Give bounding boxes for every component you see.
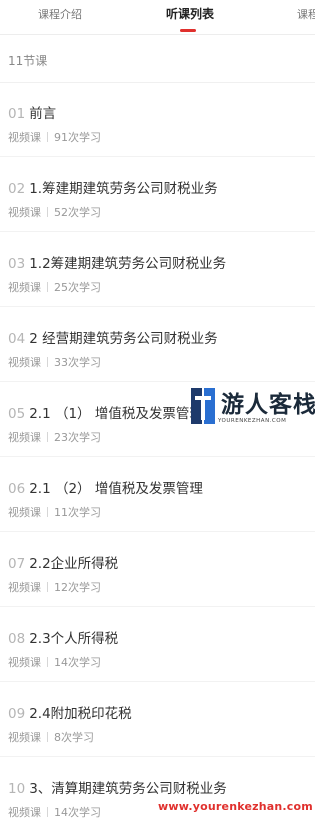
lesson-item[interactable]: 09 2.4附加税印花税 视频课 8次学习	[0, 702, 315, 776]
lesson-title: 10 3、清算期建筑劳务公司财税业务	[8, 777, 227, 797]
lesson-title: 09 2.4附加税印花税	[8, 702, 132, 722]
divider	[0, 231, 315, 232]
lesson-views: 14次学习	[54, 656, 101, 669]
lesson-type: 视频课	[8, 581, 41, 594]
lesson-type: 视频课	[8, 131, 41, 144]
lesson-views: 14次学习	[54, 806, 101, 819]
divider	[0, 531, 315, 532]
lesson-type: 视频课	[8, 356, 41, 369]
lesson-title-text: 2.1 （2） 增值税及发票管理	[29, 481, 203, 497]
lesson-type: 视频课	[8, 506, 41, 519]
lesson-number: 02	[8, 181, 26, 197]
meta-divider	[47, 507, 48, 517]
lesson-count: 11节课	[8, 54, 48, 68]
lesson-type: 视频课	[8, 731, 41, 744]
divider	[0, 456, 315, 457]
lesson-number: 04	[8, 331, 26, 347]
meta-divider	[47, 582, 48, 592]
lesson-title-text: 3、清算期建筑劳务公司财税业务	[29, 781, 227, 797]
divider	[0, 756, 315, 757]
lesson-meta: 视频课 25次学习	[8, 279, 101, 295]
lesson-views: 52次学习	[54, 206, 101, 219]
watermark-domain: YOURENKEZHAN.COM	[218, 418, 287, 424]
lesson-meta: 视频课 23次学习	[8, 429, 101, 445]
lesson-title-text: 1.2筹建期建筑劳务公司财税业务	[29, 256, 227, 272]
lesson-item[interactable]: 03 1.2筹建期建筑劳务公司财税业务 视频课 25次学习	[0, 252, 315, 326]
divider	[0, 381, 315, 382]
meta-divider	[47, 732, 48, 742]
lesson-meta: 视频课 8次学习	[8, 729, 94, 745]
lesson-title-text: 2.3个人所得税	[29, 631, 119, 647]
watermark-name: 游人客栈	[221, 391, 315, 418]
lesson-number: 01	[8, 106, 26, 122]
divider	[0, 681, 315, 682]
lesson-number: 03	[8, 256, 26, 272]
lesson-title: 02 1.筹建期建筑劳务公司财税业务	[8, 177, 218, 197]
lesson-number: 10	[8, 781, 26, 797]
lesson-title: 03 1.2筹建期建筑劳务公司财税业务	[8, 252, 226, 272]
lesson-item[interactable]: 06 2.1 （2） 增值税及发票管理 视频课 11次学习	[0, 477, 315, 551]
lesson-meta: 视频课 52次学习	[8, 204, 101, 220]
lesson-number: 06	[8, 481, 26, 497]
active-tab-indicator	[180, 29, 196, 32]
lesson-title-text: 2.4附加税印花税	[29, 706, 132, 722]
meta-divider	[47, 132, 48, 142]
watermark-logo-icon	[191, 388, 215, 424]
lesson-title: 05 2.1 （1） 增值税及发票管理	[8, 402, 203, 422]
divider	[0, 306, 315, 307]
course-page: 课程介绍 听课列表 课程 11节课 01 前言 视频课 91次学习 02 1.筹建期建…	[0, 0, 315, 819]
divider	[0, 82, 315, 83]
lesson-type: 视频课	[8, 431, 41, 444]
lesson-number: 08	[8, 631, 26, 647]
lesson-title-text: 前言	[29, 106, 57, 122]
tab-bar: 课程介绍 听课列表 课程	[0, 0, 315, 35]
lesson-number: 09	[8, 706, 26, 722]
lesson-title-text: 2.2企业所得税	[29, 556, 119, 572]
lesson-meta: 视频课 14次学习	[8, 654, 101, 670]
lesson-item[interactable]: 02 1.筹建期建筑劳务公司财税业务 视频课 52次学习	[0, 177, 315, 251]
lesson-title-text: 2.1 （1） 增值税及发票管理	[29, 406, 203, 422]
lesson-type: 视频课	[8, 206, 41, 219]
meta-divider	[47, 357, 48, 367]
meta-divider	[47, 657, 48, 667]
lesson-meta: 视频课 12次学习	[8, 579, 101, 595]
lesson-views: 23次学习	[54, 431, 101, 444]
lesson-item[interactable]: 07 2.2企业所得税 视频课 12次学习	[0, 552, 315, 626]
divider	[0, 156, 315, 157]
meta-divider	[47, 807, 48, 817]
divider	[0, 606, 315, 607]
tab-course-more[interactable]: 课程	[297, 6, 315, 22]
tab-lesson-list[interactable]: 听课列表	[166, 5, 214, 22]
lesson-title-text: 1.筹建期建筑劳务公司财税业务	[29, 181, 218, 197]
lesson-views: 11次学习	[54, 506, 101, 519]
lesson-views: 8次学习	[54, 731, 94, 744]
tab-course-intro[interactable]: 课程介绍	[38, 6, 82, 22]
meta-divider	[47, 207, 48, 217]
lesson-views: 33次学习	[54, 356, 101, 369]
lesson-item[interactable]: 08 2.3个人所得税 视频课 14次学习	[0, 627, 315, 701]
lesson-title-text: 2 经营期建筑劳务公司财税业务	[29, 331, 218, 347]
lesson-title: 08 2.3个人所得税	[8, 627, 118, 647]
watermark-url: www.yourenkezhan.com	[158, 800, 313, 813]
lesson-number: 05	[8, 406, 26, 422]
lesson-meta: 视频课 33次学习	[8, 354, 101, 370]
lesson-views: 12次学习	[54, 581, 101, 594]
lesson-views: 91次学习	[54, 131, 101, 144]
lesson-title: 01 前言	[8, 102, 56, 122]
lesson-meta: 视频课 14次学习	[8, 804, 101, 819]
lesson-type: 视频课	[8, 806, 41, 819]
lesson-views: 25次学习	[54, 281, 101, 294]
lesson-number: 07	[8, 556, 26, 572]
meta-divider	[47, 432, 48, 442]
lesson-meta: 视频课 91次学习	[8, 129, 101, 145]
lesson-item[interactable]: 01 前言 视频课 91次学习	[0, 102, 315, 176]
lesson-type: 视频课	[8, 656, 41, 669]
lesson-meta: 视频课 11次学习	[8, 504, 101, 520]
lesson-title: 06 2.1 （2） 增值税及发票管理	[8, 477, 203, 497]
lesson-type: 视频课	[8, 281, 41, 294]
meta-divider	[47, 282, 48, 292]
lesson-title: 07 2.2企业所得税	[8, 552, 118, 572]
lesson-title: 04 2 经营期建筑劳务公司财税业务	[8, 327, 218, 347]
